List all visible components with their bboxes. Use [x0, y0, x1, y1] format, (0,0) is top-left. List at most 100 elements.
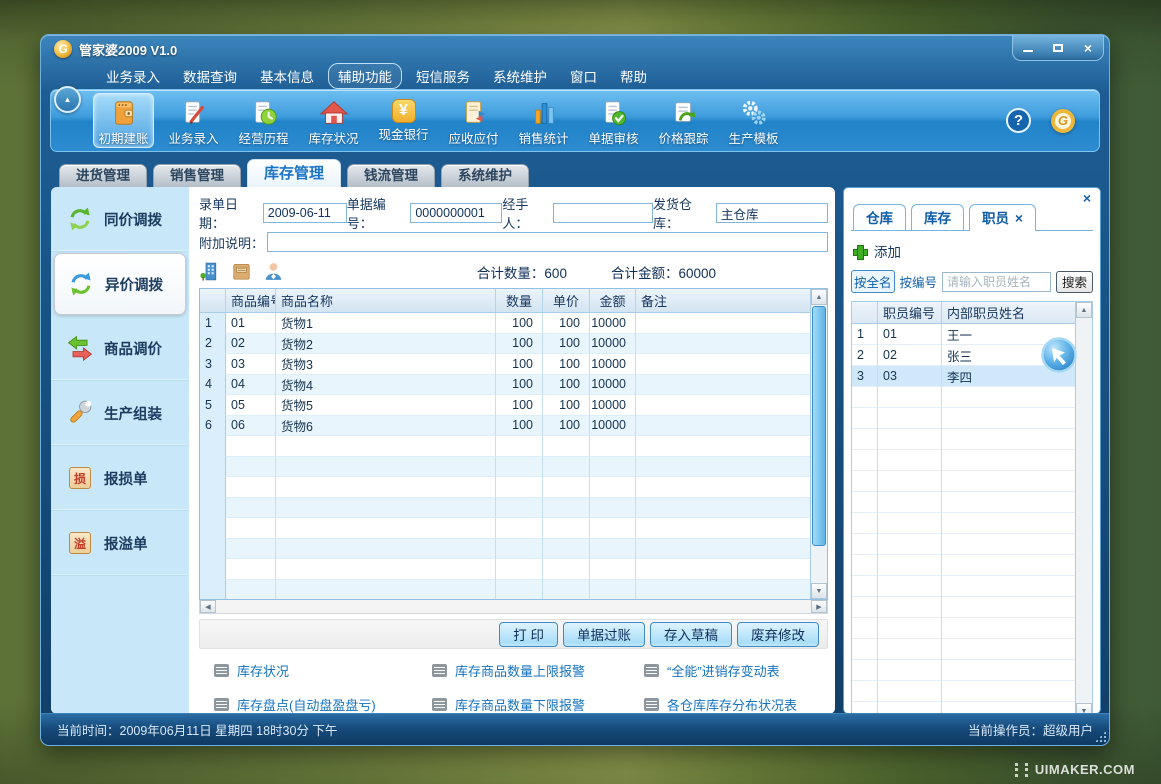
empty-row[interactable]	[200, 518, 810, 539]
toolbar-business-entry[interactable]: 业务录入	[163, 93, 224, 148]
menu-window[interactable]: 窗口	[561, 64, 606, 88]
warehouse-icon[interactable]	[199, 261, 220, 282]
scroll-down-icon[interactable]: ▼	[811, 583, 827, 599]
toolbar-history[interactable]: 经营历程	[233, 93, 294, 148]
toolbar-init-ledger[interactable]: 初期建账	[93, 93, 154, 148]
scroll-up-icon[interactable]: ▲	[811, 289, 827, 305]
search-button[interactable]: 搜索	[1056, 271, 1093, 293]
scroll-left-icon[interactable]: ◀	[200, 600, 216, 613]
help-icon[interactable]: ?	[1006, 108, 1031, 133]
sidebar-item-loss-report[interactable]: 损 报损单	[51, 446, 189, 511]
table-row[interactable]: 2 02 货物2 100 100 10000	[200, 334, 810, 355]
empty-row[interactable]	[200, 559, 810, 580]
link-stocktaking[interactable]: 库存盘点(自动盘盈盘亏)	[214, 695, 432, 714]
toolbar-production-template[interactable]: 生产模板	[723, 93, 784, 148]
tab-inventory[interactable]: 库存管理	[247, 159, 341, 187]
sidebar-item-reprice[interactable]: 商品调价	[51, 316, 189, 381]
link-stock-status[interactable]: 库存状况	[214, 661, 432, 680]
empty-row[interactable]	[200, 498, 810, 519]
empty-staff-row[interactable]	[852, 429, 1075, 450]
table-row[interactable]: 6 06 货物6 100 100 10000	[200, 416, 810, 437]
empty-staff-row[interactable]	[852, 534, 1075, 555]
horizontal-scrollbar[interactable]: ◀ ▶	[199, 600, 828, 614]
empty-row[interactable]	[200, 580, 810, 600]
resize-grip[interactable]	[1095, 731, 1106, 742]
sidebar-item-same-price-transfer[interactable]: 同价调拨	[51, 187, 189, 252]
menu-aux-functions[interactable]: 辅助功能	[328, 63, 402, 89]
sidebar-item-overflow-report[interactable]: 溢 报溢单	[51, 511, 189, 576]
close-button[interactable]: ×	[1073, 35, 1103, 60]
empty-staff-row[interactable]	[852, 597, 1075, 618]
link-warehouse-distribution[interactable]: 各仓库库存分布状况表	[644, 695, 828, 714]
empty-staff-row[interactable]	[852, 492, 1075, 513]
discard-button[interactable]: 废弃修改	[737, 622, 819, 647]
add-row[interactable]: 添加	[851, 231, 1093, 270]
empty-row[interactable]	[200, 457, 810, 478]
toolbar-price-track[interactable]: 价格跟踪	[653, 93, 714, 148]
panel-tab-stock[interactable]: 库存	[911, 204, 964, 230]
menu-help[interactable]: 帮助	[611, 64, 656, 88]
empty-staff-row[interactable]	[852, 639, 1075, 660]
search-by-name-toggle[interactable]: 按全名	[851, 270, 895, 293]
staff-search-input[interactable]	[942, 272, 1051, 292]
tab-system[interactable]: 系统维护	[441, 164, 529, 187]
warehouse-input[interactable]	[716, 203, 828, 223]
panel-close-icon[interactable]: ×	[1083, 190, 1091, 206]
panel-tab-warehouse[interactable]: 仓库	[853, 204, 906, 230]
empty-staff-row[interactable]	[852, 513, 1075, 534]
toolbar-doc-audit[interactable]: 单据审核	[583, 93, 644, 148]
menu-data-query[interactable]: 数据查询	[174, 64, 246, 88]
search-by-code-toggle[interactable]: 按编号	[900, 272, 938, 291]
doc-no-input[interactable]	[410, 203, 502, 223]
empty-row[interactable]	[200, 477, 810, 498]
empty-staff-row[interactable]	[852, 408, 1075, 429]
empty-staff-row[interactable]	[852, 660, 1075, 681]
stock-box-icon[interactable]	[231, 261, 252, 282]
empty-staff-row[interactable]	[852, 450, 1075, 471]
empty-staff-row[interactable]	[852, 681, 1075, 702]
note-input[interactable]	[267, 232, 828, 252]
maximize-button[interactable]	[1043, 35, 1073, 60]
empty-staff-row[interactable]	[852, 618, 1075, 639]
sidebar-item-assembly[interactable]: 生产组装	[51, 381, 189, 446]
empty-staff-row[interactable]	[852, 471, 1075, 492]
table-row[interactable]: 3 03 货物3 100 100 10000	[200, 354, 810, 375]
save-draft-button[interactable]: 存入草稿	[650, 622, 732, 647]
empty-staff-row[interactable]	[852, 555, 1075, 576]
table-row[interactable]: 1 01 货物1 100 100 10000	[200, 313, 810, 334]
empty-staff-row[interactable]	[852, 387, 1075, 408]
tab-sales[interactable]: 销售管理	[153, 164, 241, 187]
toolbar-stock-status[interactable]: 库存状况	[303, 93, 364, 148]
link-upper-limit-alert[interactable]: 库存商品数量上限报警	[432, 661, 644, 680]
empty-row[interactable]	[200, 539, 810, 560]
menu-system-maintain[interactable]: 系统维护	[484, 64, 556, 88]
sidebar-item-diff-price-transfer[interactable]: 异价调拨	[54, 253, 186, 315]
link-lower-limit-alert[interactable]: 库存商品数量下限报警	[432, 695, 644, 714]
staff-person-icon[interactable]	[263, 261, 284, 282]
menu-business-entry[interactable]: 业务录入	[97, 64, 169, 88]
menu-sms-service[interactable]: 短信服务	[407, 64, 479, 88]
menu-basic-info[interactable]: 基本信息	[251, 64, 323, 88]
toolbar-sales-stats[interactable]: 销售统计	[513, 93, 574, 148]
tab-cashflow[interactable]: 钱流管理	[347, 164, 435, 187]
post-button[interactable]: 单据过账	[563, 622, 645, 647]
panel-tab-staff[interactable]: 职员×	[969, 204, 1036, 231]
table-row[interactable]: 5 05 货物5 100 100 10000	[200, 395, 810, 416]
scroll-right-icon[interactable]: ▶	[811, 600, 827, 613]
date-input[interactable]	[263, 203, 347, 223]
tab-purchase[interactable]: 进货管理	[59, 164, 147, 187]
tab-close-icon[interactable]: ×	[1015, 211, 1023, 226]
empty-row[interactable]	[200, 436, 810, 457]
handler-input[interactable]	[553, 203, 653, 223]
toolbar-receivable-payable[interactable]: 应收应付	[443, 93, 504, 148]
scroll-up-icon[interactable]: ▲	[1076, 302, 1092, 318]
link-allround-change-report[interactable]: “全能”进销存变动表	[644, 661, 828, 680]
table-row[interactable]: 4 04 货物4 100 100 10000	[200, 375, 810, 396]
toolbar-cash-bank[interactable]: ¥ 现金银行	[373, 93, 434, 148]
scrollbar-thumb[interactable]	[812, 306, 826, 546]
vertical-scrollbar[interactable]: ▲ ▼	[810, 289, 827, 599]
minimize-button[interactable]	[1013, 35, 1043, 60]
collapse-toolbar-button[interactable]: ▲	[54, 86, 81, 113]
empty-staff-row[interactable]	[852, 576, 1075, 597]
print-button[interactable]: 打 印	[499, 622, 558, 647]
